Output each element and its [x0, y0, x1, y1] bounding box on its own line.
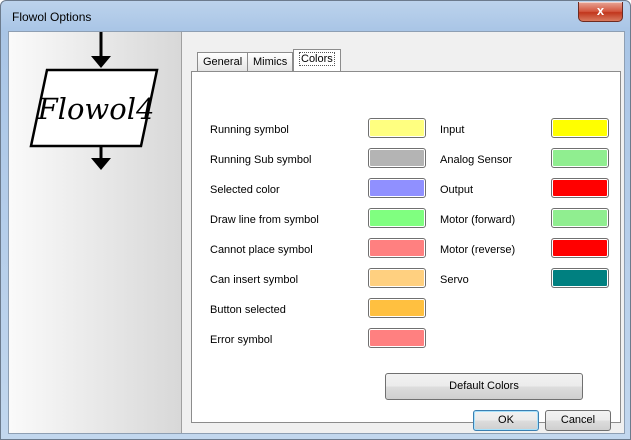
swatch-selected-color[interactable] [368, 178, 426, 198]
logo-text: Flowol4 [37, 92, 155, 126]
swatch-running-sub-symbol[interactable] [368, 148, 426, 168]
options-dialog: Flowol Options x Flowol4 General Mimics [0, 0, 631, 440]
swatch-servo[interactable] [551, 268, 609, 288]
swatch-error-symbol[interactable] [368, 328, 426, 348]
label-motor-reverse: Motor (reverse) [440, 244, 516, 256]
swatch-analog-sensor[interactable] [551, 148, 609, 168]
close-button[interactable]: x [578, 2, 623, 22]
label-running-sub-symbol: Running Sub symbol [210, 154, 312, 166]
tab-mimics[interactable]: Mimics [247, 52, 294, 71]
swatch-cannot-place-symbol[interactable] [368, 238, 426, 258]
ok-button[interactable]: OK [473, 410, 539, 431]
window-title: Flowol Options [12, 10, 92, 24]
label-draw-line-from-symbol: Draw line from symbol [210, 214, 319, 226]
cancel-button[interactable]: Cancel [545, 410, 611, 431]
label-selected-color: Selected color [210, 184, 280, 196]
label-motor-forward: Motor (forward) [440, 214, 516, 226]
label-can-insert-symbol: Can insert symbol [210, 274, 299, 286]
default-colors-button[interactable]: Default Colors [385, 373, 583, 400]
swatch-can-insert-symbol[interactable] [368, 268, 426, 288]
label-button-selected: Button selected [210, 304, 286, 316]
side-panel: Flowol4 [9, 32, 182, 433]
title-bar[interactable]: Flowol Options x [1, 1, 630, 31]
tab-colors[interactable]: Colors [293, 49, 341, 71]
swatch-draw-line-from-symbol[interactable] [368, 208, 426, 228]
label-output: Output [440, 184, 474, 196]
swatch-running-symbol[interactable] [368, 118, 426, 138]
tab-general[interactable]: General [197, 52, 249, 71]
label-running-symbol: Running symbol [210, 124, 289, 136]
label-cannot-place-symbol: Cannot place symbol [210, 244, 313, 256]
dialog-client-area: Flowol4 General Mimics Colors Running sy… [8, 31, 625, 434]
swatch-motor-reverse[interactable] [551, 238, 609, 258]
swatch-output[interactable] [551, 178, 609, 198]
tab-mimics-label: Mimics [253, 56, 288, 68]
swatch-motor-forward[interactable] [551, 208, 609, 228]
tab-colors-label: Colors [299, 52, 335, 66]
label-servo: Servo [440, 274, 469, 286]
label-error-symbol: Error symbol [210, 334, 273, 346]
label-analog-sensor: Analog Sensor [440, 154, 513, 166]
flowol-logo: Flowol4 [29, 32, 159, 170]
colors-tab-panel: Running symbol Running Sub symbol Select… [191, 71, 621, 423]
swatch-button-selected[interactable] [368, 298, 426, 318]
label-input: Input [440, 124, 465, 136]
swatch-input[interactable] [551, 118, 609, 138]
tab-general-label: General [203, 56, 243, 68]
close-icon: x [596, 3, 605, 18]
